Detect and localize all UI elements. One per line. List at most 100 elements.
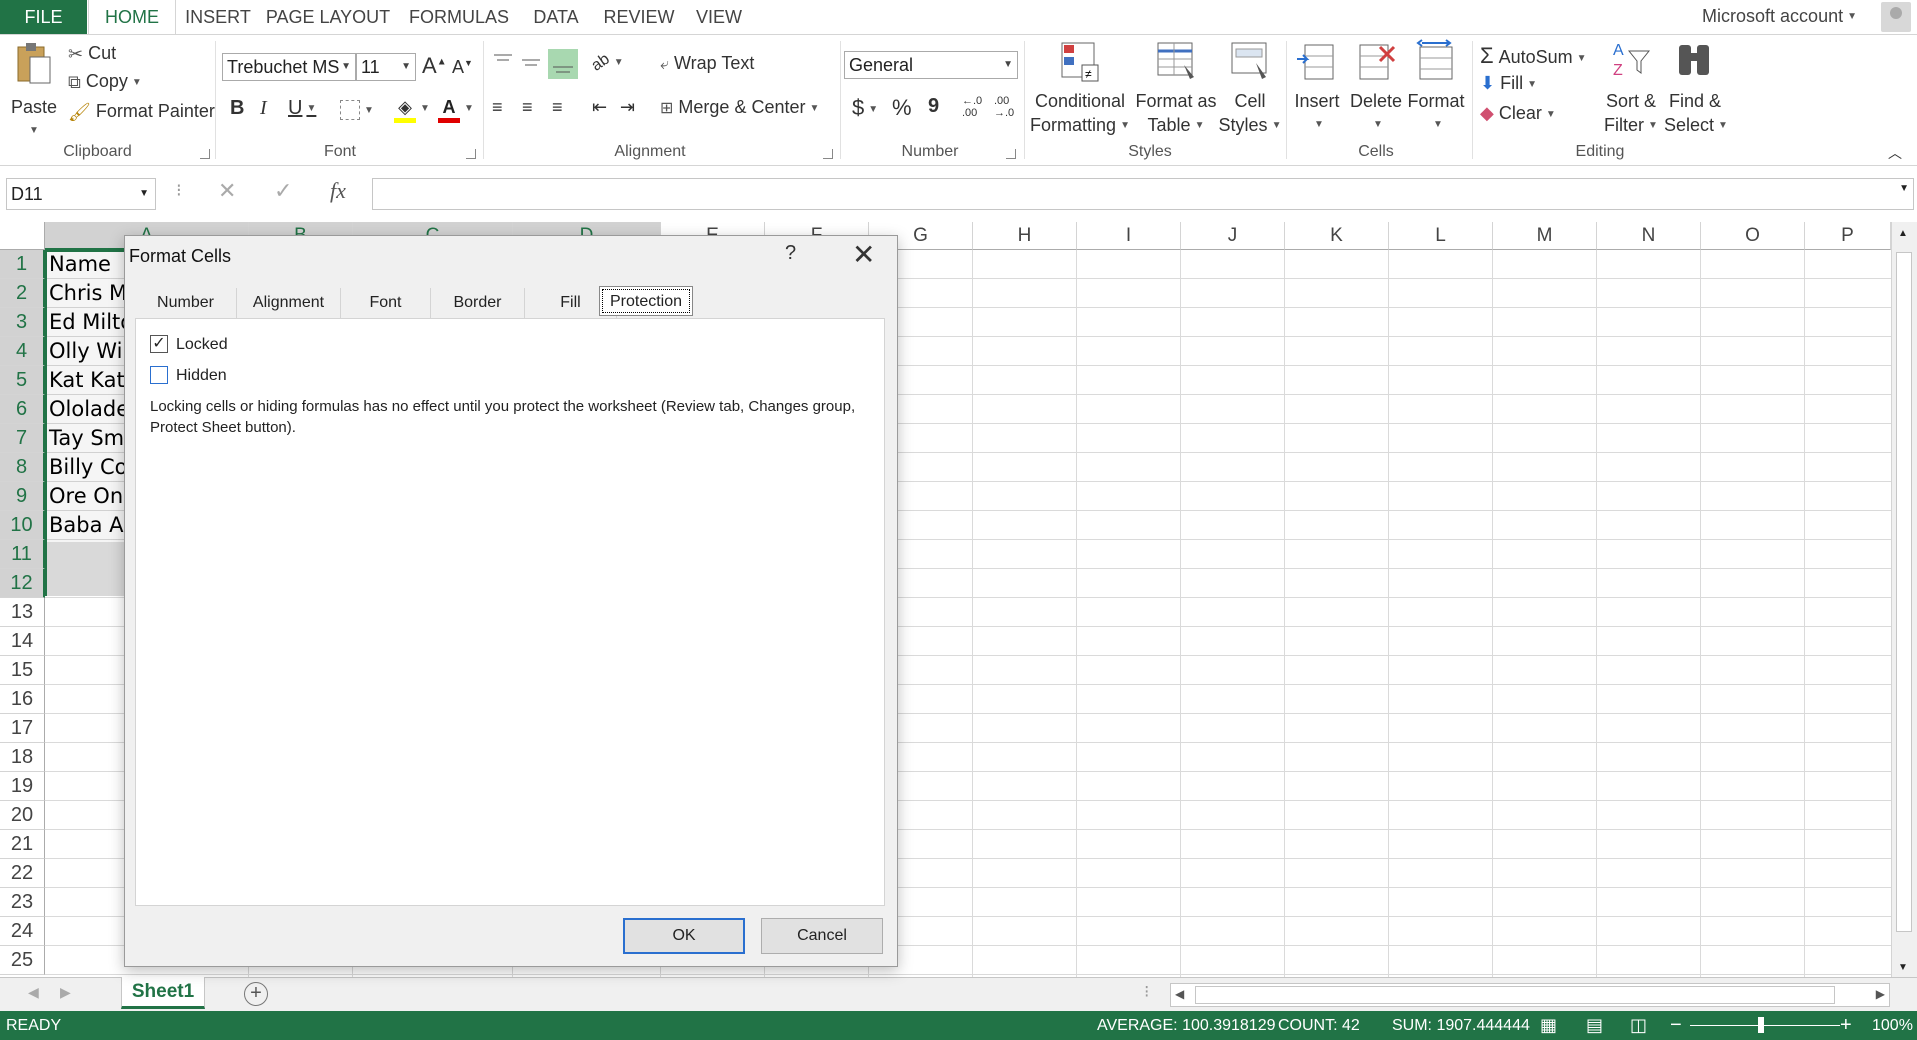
formula-input[interactable]: ▼	[372, 178, 1914, 210]
format-painter-button[interactable]: 🖌 Format Painter	[68, 101, 215, 123]
tab-review[interactable]: REVIEW	[600, 0, 678, 34]
delete-cells-button[interactable]: Delete ▼	[1346, 39, 1406, 137]
format-as-table-button[interactable]: Format as Table ▼	[1134, 39, 1218, 138]
row-header-13[interactable]: 13	[0, 598, 45, 627]
number-format-select[interactable]: General ▼	[844, 51, 1018, 79]
account-menu[interactable]: Microsoft account ▼	[1702, 0, 1857, 33]
column-header-p[interactable]: P	[1805, 222, 1891, 250]
format-cells-button[interactable]: Format ▼	[1404, 39, 1468, 137]
fill-color-button[interactable]: ◈ ▼	[394, 97, 430, 123]
zoom-out-icon[interactable]: −	[1670, 1011, 1682, 1040]
chevron-down-icon[interactable]: ▼	[1899, 183, 1909, 194]
increase-font-icon[interactable]: A▲	[422, 53, 447, 79]
avatar[interactable]	[1881, 2, 1911, 32]
scroll-up-icon[interactable]: ▲	[1898, 228, 1908, 239]
scroll-tabs-left-icon[interactable]: ◀	[28, 984, 39, 1001]
wrap-text-button[interactable]: ⤶ Wrap Text	[660, 53, 754, 74]
hidden-checkbox[interactable]	[150, 366, 168, 384]
column-header-h[interactable]: H	[973, 222, 1077, 250]
close-icon[interactable]: ✕	[852, 238, 875, 271]
font-size-select[interactable]: 11 ▼	[356, 53, 416, 81]
row-header-19[interactable]: 19	[0, 772, 45, 801]
tab-formulas[interactable]: FORMULAS	[406, 0, 512, 34]
splitter-icon[interactable]: ⁝	[1144, 982, 1149, 1002]
scroll-left-icon[interactable]: ◀	[1175, 987, 1184, 1001]
sheet-tab-sheet1[interactable]: Sheet1	[121, 977, 205, 1009]
row-header-3[interactable]: 3	[0, 308, 45, 337]
tab-file[interactable]: FILE	[0, 0, 87, 34]
row-header-2[interactable]: 2	[0, 279, 45, 308]
dialog-tab-font[interactable]: Font	[341, 288, 431, 320]
align-top-icon[interactable]	[492, 51, 514, 78]
dialog-tab-number[interactable]: Number	[135, 288, 237, 320]
row-header-11[interactable]: 11	[0, 540, 45, 569]
column-header-j[interactable]: J	[1181, 222, 1285, 250]
fill-button[interactable]: ⬇ Fill ▼	[1480, 73, 1537, 94]
row-header-22[interactable]: 22	[0, 859, 45, 888]
row-header-12[interactable]: 12	[0, 569, 45, 598]
font-launcher[interactable]	[466, 149, 476, 159]
horizontal-scrollbar[interactable]: ◀ ▶	[1170, 983, 1890, 1007]
align-center-icon[interactable]: ≡	[522, 97, 533, 118]
row-header-4[interactable]: 4	[0, 337, 45, 366]
hidden-label[interactable]: Hidden	[176, 367, 227, 385]
row-header-5[interactable]: 5	[0, 366, 45, 395]
column-header-n[interactable]: N	[1597, 222, 1701, 250]
percent-button[interactable]: %	[892, 95, 912, 121]
clear-button[interactable]: ◆ Clear ▼	[1480, 103, 1556, 124]
align-left-icon[interactable]: ≡	[492, 97, 503, 118]
row-header-21[interactable]: 21	[0, 830, 45, 859]
row-header-17[interactable]: 17	[0, 714, 45, 743]
insert-function-button[interactable]: fx	[330, 178, 346, 204]
row-header-18[interactable]: 18	[0, 743, 45, 772]
zoom-level[interactable]: 100%	[1872, 1011, 1913, 1040]
column-header-o[interactable]: O	[1701, 222, 1805, 250]
zoom-slider-thumb[interactable]	[1758, 1017, 1764, 1033]
row-header-10[interactable]: 10	[0, 511, 45, 540]
row-header-14[interactable]: 14	[0, 627, 45, 656]
currency-button[interactable]: $ ▼	[852, 95, 878, 121]
page-layout-view-icon[interactable]: ▤	[1586, 1011, 1603, 1040]
number-launcher[interactable]	[1006, 149, 1016, 159]
cell-styles-button[interactable]: Cell Styles ▼	[1218, 39, 1282, 138]
borders-button[interactable]: ▼	[340, 99, 374, 121]
dialog-tab-protection[interactable]: Protection	[599, 286, 693, 316]
scroll-down-icon[interactable]: ▼	[1898, 962, 1908, 973]
ok-button[interactable]: OK	[623, 918, 745, 954]
decrease-font-icon[interactable]: A▼	[452, 57, 473, 78]
sort-filter-button[interactable]: AZ Sort & Filter ▼	[1600, 39, 1662, 138]
conditional-formatting-button[interactable]: ≠ Conditional Formatting ▼	[1028, 39, 1132, 138]
orientation-icon[interactable]: ab▼	[588, 51, 623, 75]
insert-cells-button[interactable]: Insert ▼	[1290, 39, 1344, 137]
help-icon[interactable]: ?	[785, 242, 796, 265]
increase-decimal-icon[interactable]: ←.0.00	[962, 95, 982, 119]
bold-button[interactable]: B	[230, 97, 244, 120]
align-middle-icon[interactable]	[520, 51, 542, 78]
scroll-tabs-right-icon[interactable]: ▶	[60, 984, 71, 1001]
cancel-button[interactable]: Cancel	[761, 918, 883, 954]
locked-checkbox[interactable]: ✓	[150, 335, 168, 353]
collapse-ribbon-icon[interactable]: ︿	[1888, 143, 1902, 163]
row-header-24[interactable]: 24	[0, 917, 45, 946]
zoom-in-icon[interactable]: +	[1840, 1011, 1852, 1040]
font-color-button[interactable]: A ▼	[438, 97, 474, 123]
select-all-corner[interactable]	[0, 222, 45, 250]
align-bottom-icon[interactable]	[548, 49, 578, 79]
page-break-view-icon[interactable]: ◫	[1630, 1011, 1647, 1040]
normal-view-icon[interactable]: ▦	[1540, 1011, 1557, 1040]
locked-label[interactable]: Locked	[176, 336, 228, 354]
tab-page-layout[interactable]: PAGE LAYOUT	[262, 0, 394, 34]
tab-home[interactable]: HOME	[88, 0, 176, 35]
row-header-1[interactable]: 1	[0, 250, 45, 279]
cancel-entry-icon[interactable]: ✕	[218, 178, 236, 204]
vertical-scrollbar[interactable]: ▲ ▼	[1891, 222, 1917, 977]
tab-view[interactable]: VIEW	[690, 0, 748, 34]
row-header-20[interactable]: 20	[0, 801, 45, 830]
scroll-right-icon[interactable]: ▶	[1876, 987, 1885, 1001]
scrollbar-thumb[interactable]	[1195, 986, 1835, 1004]
scrollbar-thumb[interactable]	[1896, 252, 1912, 932]
paste-button[interactable]: Paste ▼	[8, 39, 60, 143]
cut-button[interactable]: ✂ Cut	[68, 43, 116, 65]
row-header-23[interactable]: 23	[0, 888, 45, 917]
add-sheet-icon[interactable]: +	[244, 982, 268, 1006]
